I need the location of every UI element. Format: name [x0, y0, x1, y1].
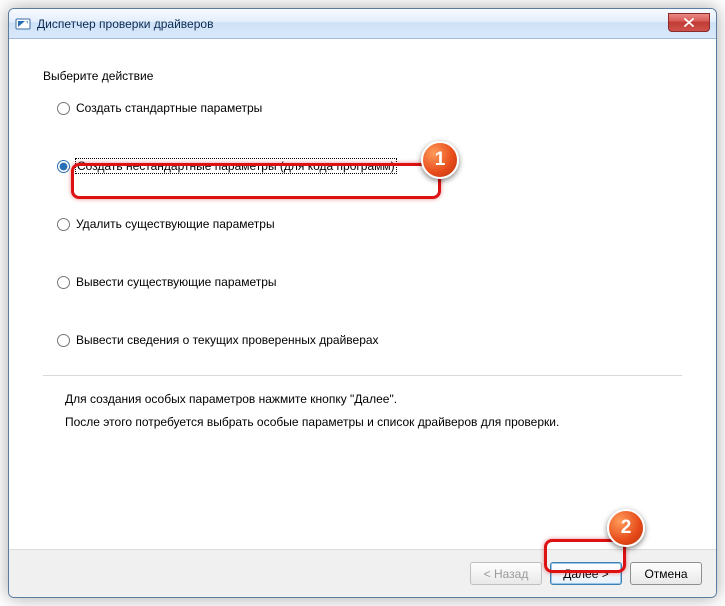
radio-info-label: Вывести сведения о текущих проверенных д… [76, 333, 379, 347]
cancel-button[interactable]: Отмена [630, 562, 702, 585]
radio-option-standard[interactable]: Создать стандартные параметры [43, 101, 682, 115]
close-icon [684, 16, 694, 30]
radio-standard-input[interactable] [57, 102, 70, 115]
radio-display-input[interactable] [57, 276, 70, 289]
help-line-2: После этого потребуется выбрать особые п… [65, 411, 682, 434]
radio-custom-input[interactable] [57, 160, 70, 173]
radio-delete-input[interactable] [57, 218, 70, 231]
app-icon [15, 16, 31, 32]
cancel-button-label: Отмена [644, 567, 687, 581]
radio-option-display[interactable]: Вывести существующие параметры [43, 275, 682, 289]
radio-delete-label: Удалить существующие параметры [76, 217, 275, 231]
close-button[interactable] [668, 13, 710, 32]
annotation-badge-1: 1 [421, 141, 459, 179]
radio-standard-label: Создать стандартные параметры [76, 101, 262, 115]
help-text: Для создания особых параметров нажмите к… [9, 376, 716, 434]
help-line-1: Для создания особых параметров нажмите к… [65, 388, 682, 411]
radio-info-input[interactable] [57, 334, 70, 347]
next-button-label: Далее > [563, 567, 609, 581]
next-button[interactable]: Далее > [550, 562, 622, 585]
annotation-badge-2: 2 [607, 509, 645, 547]
radio-option-info[interactable]: Вывести сведения о текущих проверенных д… [43, 333, 682, 347]
dialog-window: Диспетчер проверки драйверов Выберите де… [8, 8, 717, 598]
titlebar[interactable]: Диспетчер проверки драйверов [9, 9, 716, 39]
radio-display-label: Вывести существующие параметры [76, 275, 277, 289]
radio-option-custom[interactable]: Создать нестандартные параметры (для код… [43, 159, 682, 173]
group-label: Выберите действие [43, 69, 682, 83]
back-button-label: < Назад [484, 567, 529, 581]
content-area: Выберите действие Создать стандартные па… [9, 39, 716, 347]
radio-custom-label: Создать нестандартные параметры (для код… [76, 159, 396, 173]
window-title: Диспетчер проверки драйверов [37, 17, 213, 31]
back-button: < Назад [470, 562, 542, 585]
radio-option-delete[interactable]: Удалить существующие параметры [43, 217, 682, 231]
button-bar: < Назад Далее > Отмена [9, 549, 716, 597]
